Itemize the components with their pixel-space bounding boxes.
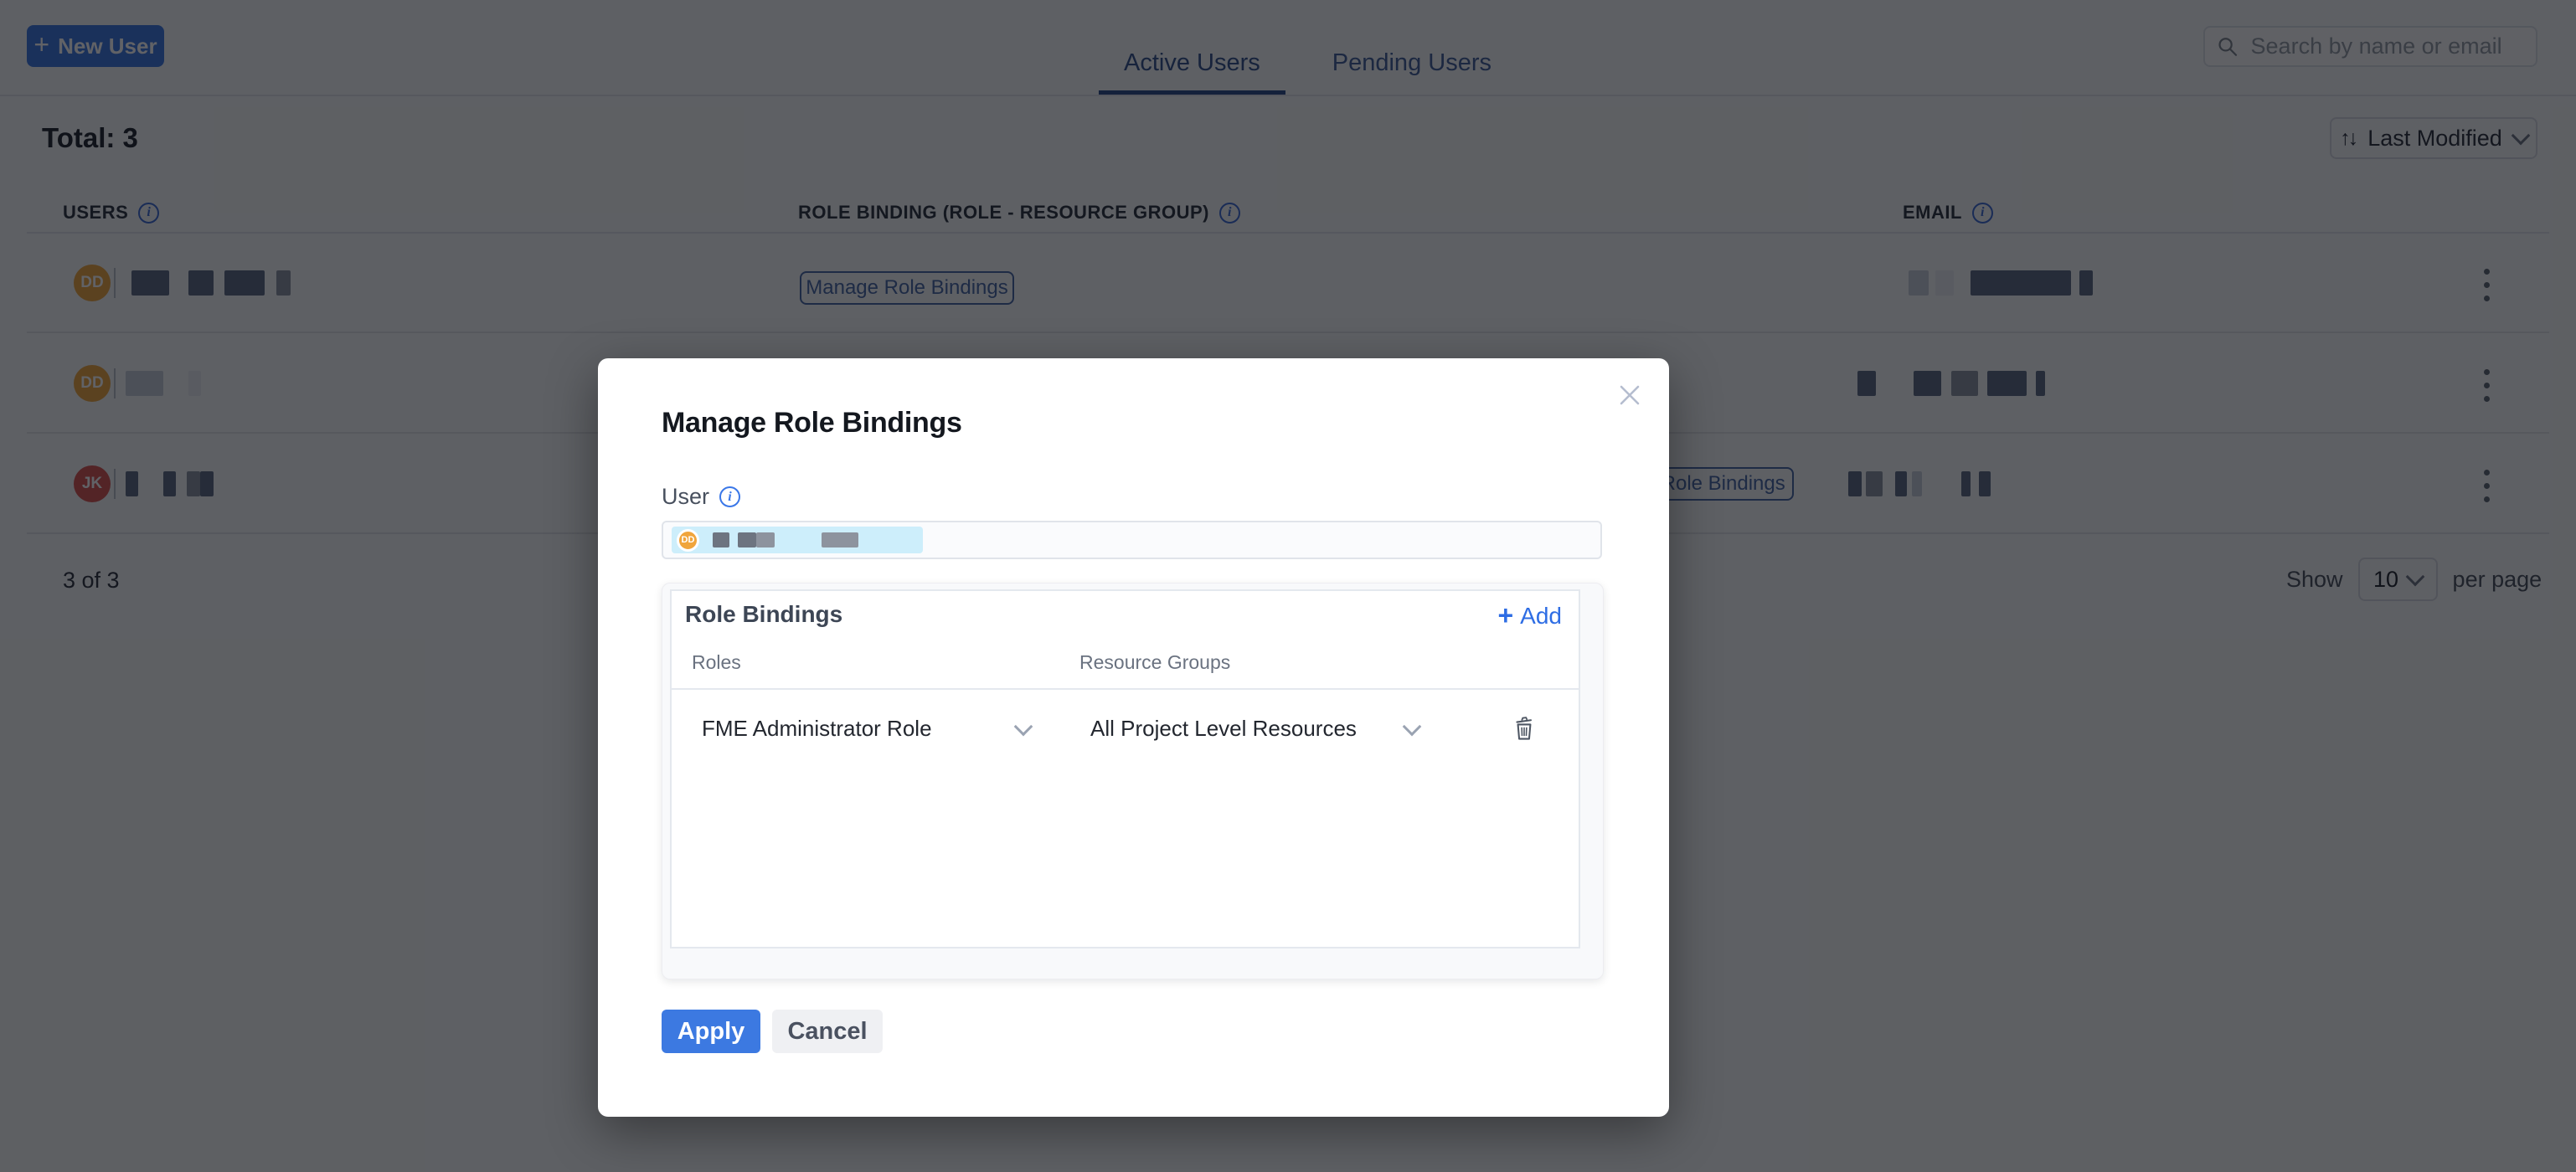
user-input[interactable]: DD (662, 521, 1602, 559)
role-select-value: FME Administrator Role (702, 715, 932, 741)
manage-role-bindings-modal: Manage Role Bindings User DD Role Bindin… (598, 358, 1669, 1117)
redacted-user-name (699, 532, 858, 547)
role-select[interactable]: FME Administrator Role (702, 705, 1033, 752)
avatar: DD (677, 528, 699, 552)
plus-icon: + (1497, 599, 1514, 630)
resource-groups-column-header: Resource Groups (1079, 651, 1231, 673)
cancel-button[interactable]: Cancel (772, 1010, 883, 1053)
resource-group-select[interactable]: All Project Level Resources (1090, 705, 1422, 752)
add-role-binding-button[interactable]: + Add (1497, 599, 1562, 630)
role-bindings-table: Role Bindings + Add Roles Resource Group… (670, 589, 1580, 948)
modal-title: Manage Role Bindings (662, 407, 962, 439)
roles-column-header: Roles (692, 651, 741, 673)
add-button-label: Add (1520, 603, 1562, 629)
user-field-label: User (662, 484, 741, 510)
role-bindings-heading: Role Bindings (685, 601, 843, 627)
selected-user-chip[interactable]: DD (672, 527, 923, 553)
role-bindings-card: Role Bindings + Add Roles Resource Group… (662, 583, 1604, 979)
chevron-down-icon (1013, 717, 1033, 737)
resource-group-select-value: All Project Level Resources (1090, 715, 1357, 741)
apply-button[interactable]: Apply (662, 1010, 760, 1053)
chevron-down-icon (1402, 717, 1422, 737)
info-icon[interactable] (719, 486, 741, 507)
user-label-text: User (662, 484, 710, 509)
delete-role-binding-button[interactable] (1507, 712, 1541, 745)
divider (672, 688, 1579, 690)
close-icon[interactable] (1611, 377, 1648, 414)
